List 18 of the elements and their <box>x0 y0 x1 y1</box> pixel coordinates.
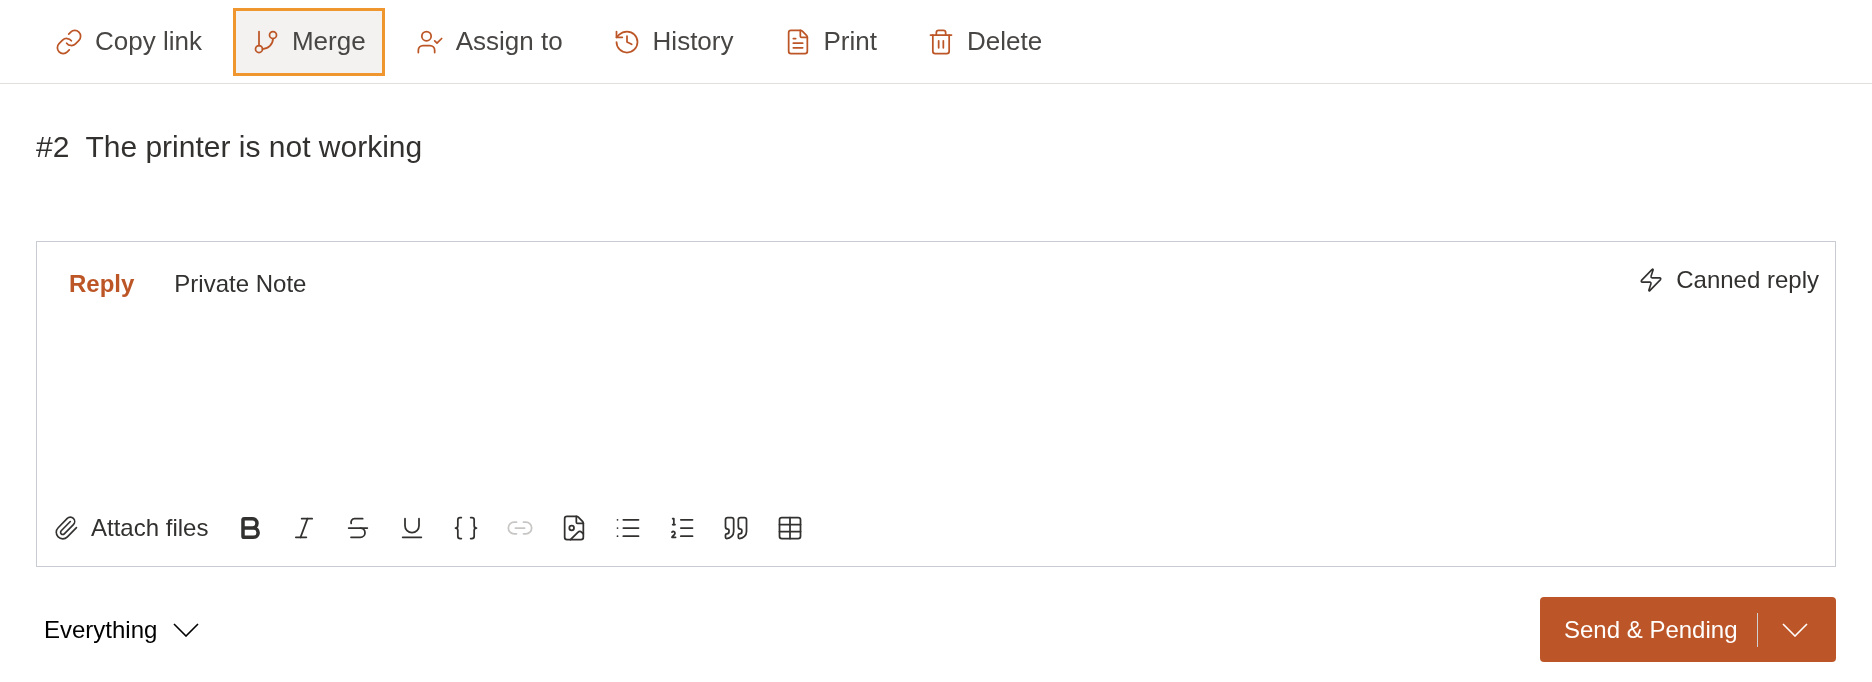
link-icon <box>55 27 83 56</box>
attach-files-button[interactable]: Attach files <box>53 510 209 546</box>
chevron-down-icon <box>1782 622 1809 637</box>
editor-tab[interactable]: Private Note <box>174 266 307 302</box>
canned-reply-button[interactable]: Canned reply <box>1638 262 1819 298</box>
toolbar-button[interactable]: Delete <box>907 7 1062 76</box>
ticket-title: The printer is not working <box>85 129 423 165</box>
toolbar-button[interactable]: Copy link <box>36 7 221 76</box>
ticket-number: #2 <box>36 129 70 165</box>
send-button[interactable]: Send & Pending <box>1540 597 1836 662</box>
paperclip-icon <box>53 515 79 541</box>
toolbar-button[interactable]: Print <box>764 7 896 76</box>
filter-dropdown[interactable]: Everything <box>44 611 200 648</box>
toolbar-button[interactable]: History <box>593 7 753 76</box>
chevron-down-icon <box>173 622 200 637</box>
toolbar-button[interactable]: Merge <box>232 7 385 76</box>
toolbar-button[interactable]: Assign to <box>396 7 582 76</box>
editor-tab[interactable]: Reply <box>69 266 135 302</box>
